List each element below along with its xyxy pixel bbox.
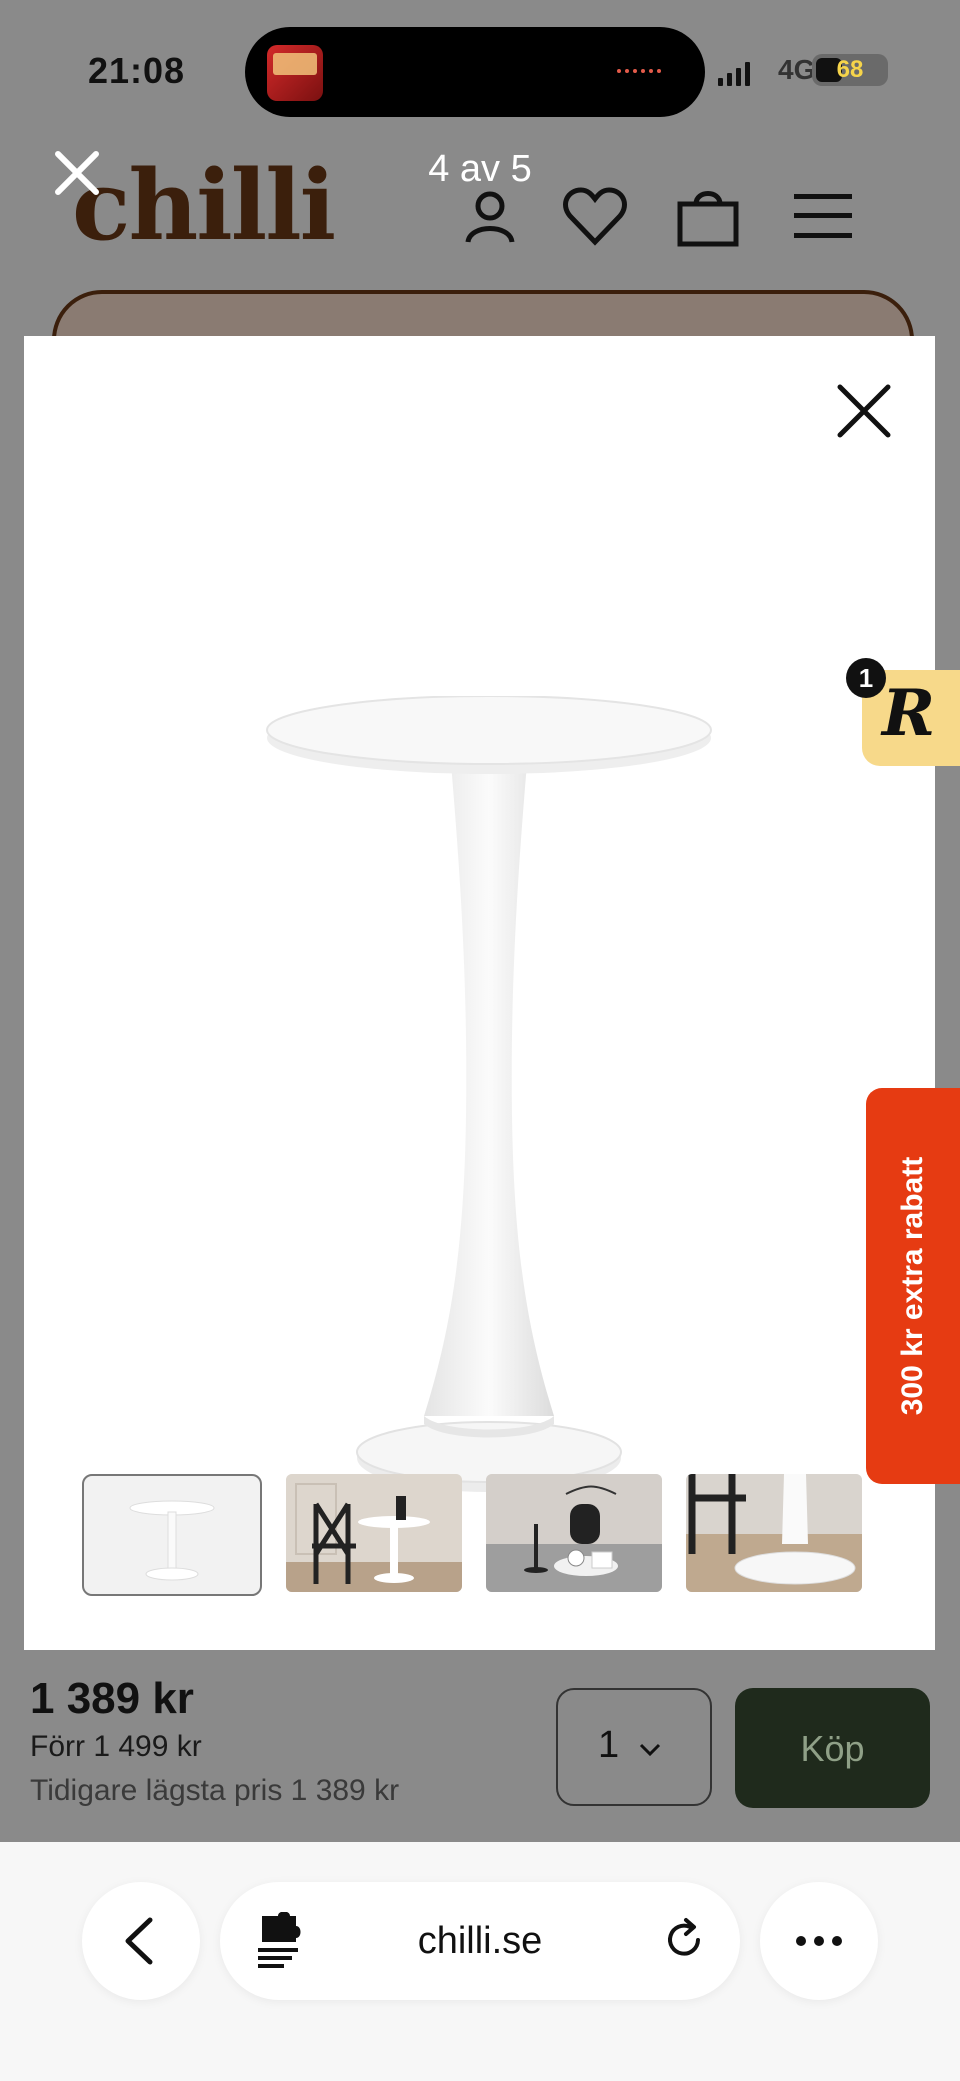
account-icon[interactable]: [462, 188, 518, 244]
menu-hamburger-icon[interactable]: [792, 192, 854, 240]
quantity-value: 1: [598, 1724, 620, 1766]
thumbnail-1[interactable]: [82, 1474, 262, 1596]
battery-level: 68: [836, 56, 864, 83]
network-type: 4G: [778, 54, 816, 85]
audio-wave-icon: [617, 69, 661, 73]
site-logo[interactable]: chilli: [72, 158, 336, 254]
buy-button-label: Köp: [800, 1728, 865, 1769]
reco-badge[interactable]: R 1: [846, 658, 960, 766]
current-price: 1 389 kr: [30, 1674, 194, 1723]
quantity-select[interactable]: 1: [556, 1688, 712, 1806]
image-lightbox: [24, 336, 935, 1650]
buy-button[interactable]: Köp: [735, 1688, 930, 1808]
wishlist-heart-icon[interactable]: [562, 186, 628, 246]
dynamic-island[interactable]: [245, 27, 705, 117]
battery-icon: 68: [812, 54, 888, 86]
more-options-button[interactable]: [760, 1882, 878, 2000]
close-viewer-icon[interactable]: [52, 148, 102, 198]
browser-toolbar: chilli.se: [0, 1842, 960, 2081]
thumbnail-room-chair-image: [286, 1474, 462, 1592]
status-time: 21:08: [88, 50, 186, 91]
back-button[interactable]: [82, 1882, 200, 2000]
now-playing-artwork: [267, 45, 323, 101]
product-price-bar: 1 389 kr Förr 1 499 kr Tidigare lägsta p…: [0, 1650, 960, 1842]
thumbnail-4[interactable]: [686, 1474, 862, 1592]
lowest-price-note: Tidigare lägsta pris 1 389 kr: [30, 1774, 400, 1807]
promo-tab[interactable]: 300 kr extra rabatt: [866, 1088, 960, 1484]
reco-logo: R: [882, 676, 936, 751]
thumbnail-3[interactable]: [486, 1474, 662, 1592]
thumbnail-table-image: [129, 1500, 215, 1581]
more-dots-icon: [796, 1936, 842, 1946]
cellular-signal-icon: [718, 56, 750, 86]
chevron-down-icon: [639, 1743, 661, 1757]
chevron-left-icon: [125, 1917, 153, 1965]
product-image-table: [266, 696, 712, 1492]
thumbnail-base-closeup-image: [686, 1474, 862, 1592]
cart-bag-icon[interactable]: [676, 186, 740, 248]
thumbnail-2[interactable]: [286, 1474, 462, 1592]
reco-count-badge: 1: [846, 658, 886, 698]
thumbnail-strip: [82, 1474, 862, 1596]
close-icon[interactable]: [834, 381, 894, 441]
image-counter: 4 av 5: [428, 148, 532, 190]
address-bar[interactable]: chilli.se: [220, 1882, 740, 2000]
promo-label: 300 kr extra rabatt: [896, 1156, 929, 1416]
reload-icon[interactable]: [660, 1916, 708, 1964]
thumbnail-tabletop-detail-image: [486, 1474, 662, 1592]
previous-price: Förr 1 499 kr: [30, 1730, 202, 1763]
